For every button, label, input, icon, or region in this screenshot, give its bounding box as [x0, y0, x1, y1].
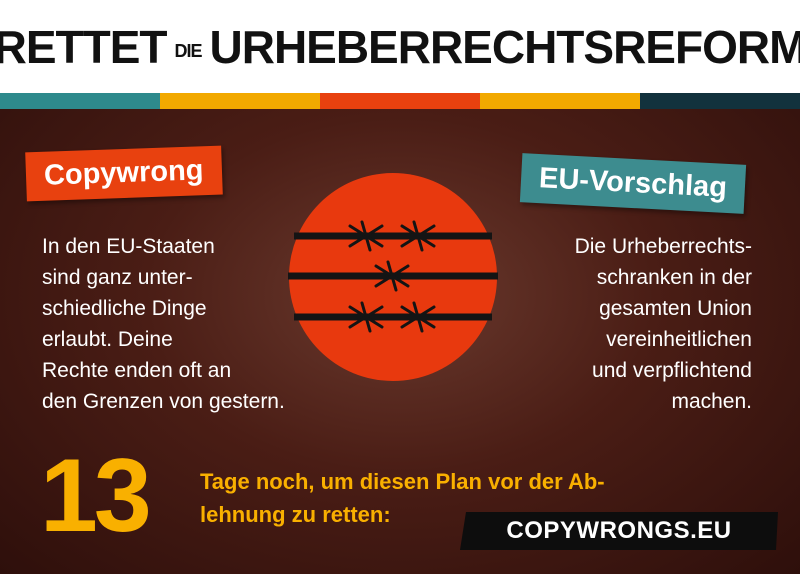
- header-banner: RETTET DIE URHEBERRECHTSREFORM: [0, 0, 800, 93]
- barbed-wire-circle-icon: [288, 173, 498, 381]
- website-link[interactable]: COPYWRONGS.EU: [460, 512, 778, 550]
- text-line: den Grenzen von gestern.: [42, 390, 285, 413]
- color-stripe-5: [640, 93, 800, 109]
- color-stripe-1: [0, 93, 160, 109]
- text-line: machen.: [671, 390, 752, 413]
- color-stripe-4: [480, 93, 640, 109]
- color-stripe-3: [320, 93, 480, 109]
- title-urheberrechtsreform: URHEBERRECHTSREFORM: [209, 20, 800, 73]
- title-rettet: RETTET: [0, 20, 167, 73]
- page-title: RETTET DIE URHEBERRECHTSREFORM: [0, 20, 800, 74]
- countdown-line: Tage noch, um diesen Plan vor der Ab-: [200, 469, 605, 494]
- copywrong-tag: Copywrong: [25, 145, 223, 202]
- eu-proposal-tag: EU-Vorschlag: [519, 153, 747, 214]
- days-left-number: 13: [40, 438, 152, 554]
- title-die: DIE: [174, 41, 202, 61]
- website-url[interactable]: COPYWRONGS.EU: [506, 517, 731, 545]
- main-panel: Copywrong EU-Vorschlag In den EU-Staaten…: [0, 109, 800, 574]
- color-stripe-2: [160, 93, 320, 109]
